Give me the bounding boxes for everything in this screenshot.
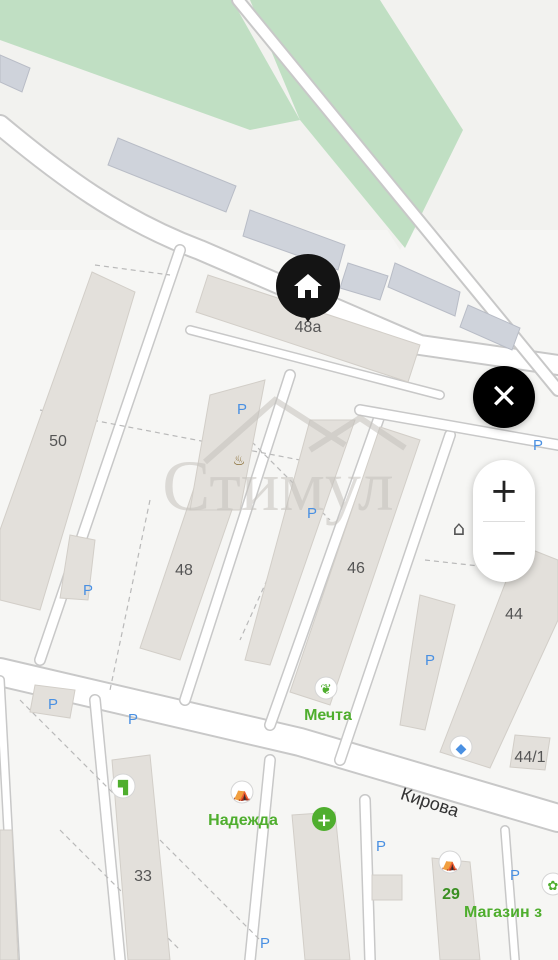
building-label: 33 bbox=[134, 868, 152, 885]
minus-icon: − bbox=[489, 532, 519, 573]
poi-label: Надежда bbox=[208, 812, 278, 829]
basket-icon: ⛺ bbox=[233, 786, 250, 802]
poi-label: Магазин з bbox=[464, 904, 542, 921]
parking-icon[interactable]: P bbox=[533, 437, 543, 454]
parking-icon[interactable]: P bbox=[307, 505, 317, 522]
fire-icon: ♨ bbox=[233, 453, 246, 469]
building-label: 50 bbox=[49, 433, 67, 450]
close-button[interactable]: ✕ bbox=[473, 366, 535, 428]
poi-hardware[interactable]: ▜ bbox=[110, 773, 136, 799]
poi-shop-29[interactable]: ⛺ bbox=[438, 850, 462, 874]
diamond-icon: ◆ bbox=[456, 741, 467, 757]
parking-icon[interactable]: P bbox=[128, 711, 138, 728]
poi-pharmacy[interactable]: + bbox=[312, 807, 336, 831]
parking-icon[interactable]: P bbox=[510, 867, 520, 884]
paw-icon: ✿ bbox=[548, 879, 558, 894]
parking-icon[interactable]: P bbox=[48, 696, 58, 713]
watermark-text: Стимул bbox=[162, 446, 393, 526]
home-icon bbox=[294, 274, 322, 298]
museum-icon: ⌂ bbox=[453, 516, 466, 540]
plus-icon: + bbox=[489, 470, 519, 511]
zoom-in-button[interactable]: + bbox=[473, 460, 535, 521]
paint-roller-icon: ▜ bbox=[117, 779, 129, 796]
poi-label: Мечта bbox=[304, 707, 352, 724]
poi-museum[interactable]: ⌂ bbox=[453, 516, 466, 540]
pharmacy-cross-icon: + bbox=[316, 810, 331, 831]
close-icon: ✕ bbox=[489, 378, 519, 416]
building-label: 48 bbox=[175, 562, 193, 579]
zoom-out-button[interactable]: − bbox=[473, 522, 535, 582]
building-label: 44 bbox=[505, 606, 523, 623]
parking-icon[interactable]: P bbox=[83, 582, 93, 599]
selected-building-pin[interactable] bbox=[276, 254, 340, 318]
building-label: 29 bbox=[442, 886, 460, 903]
parking-icon[interactable]: P bbox=[425, 652, 435, 669]
poi-diamond[interactable]: ◆ bbox=[449, 735, 473, 759]
plant-icon: ❦ bbox=[320, 682, 332, 698]
basket-icon: ⛺ bbox=[442, 857, 458, 872]
zoom-controls: + − bbox=[473, 460, 535, 582]
parking-icon[interactable]: P bbox=[237, 401, 247, 418]
building-label: 46 bbox=[347, 560, 365, 577]
pin-tail bbox=[300, 310, 316, 322]
parking-icon[interactable]: P bbox=[376, 838, 386, 855]
building-small[interactable] bbox=[371, 874, 403, 901]
building-label: 44/1 bbox=[514, 749, 545, 766]
parking-icon[interactable]: P bbox=[260, 935, 270, 952]
poi-fire[interactable]: ♨ bbox=[233, 453, 246, 469]
